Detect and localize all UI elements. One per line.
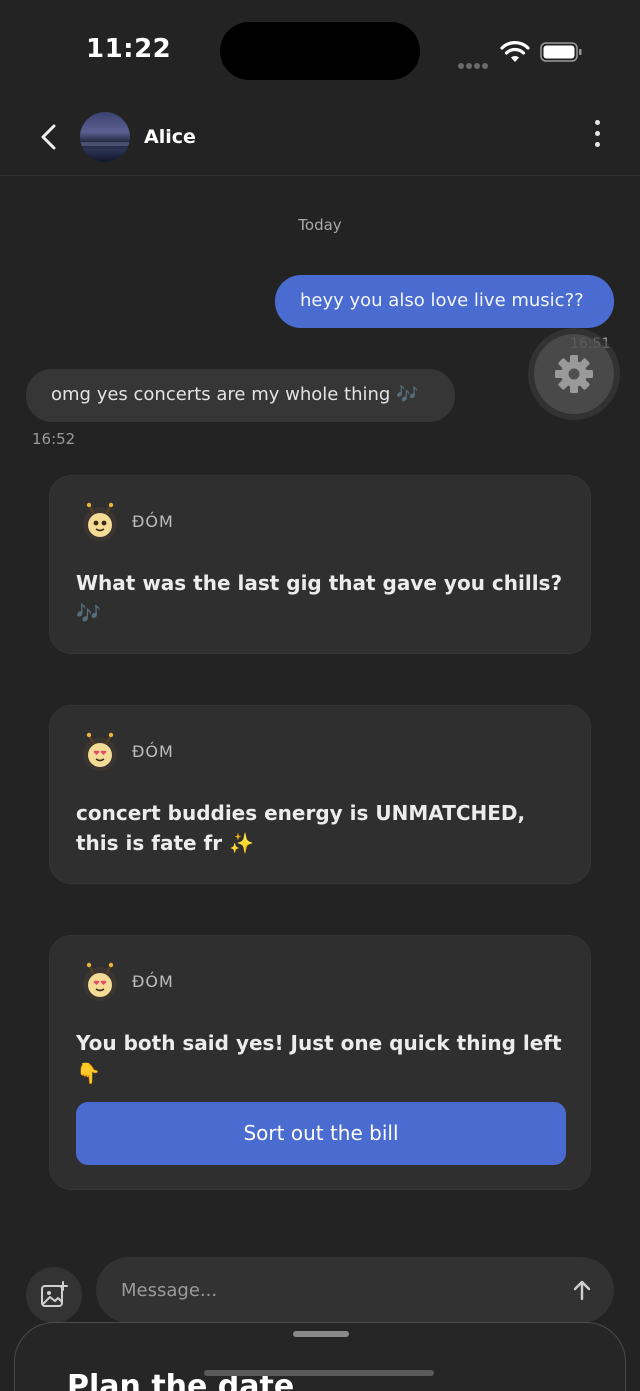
image-add-icon bbox=[41, 1281, 68, 1307]
message-input[interactable] bbox=[121, 1275, 551, 1305]
dynamic-island bbox=[220, 22, 420, 80]
date-separator: Today bbox=[298, 216, 342, 234]
attach-image-button[interactable] bbox=[26, 1267, 82, 1323]
sort-out-bill-button[interactable]: Sort out the bill bbox=[76, 1102, 566, 1165]
chat-header: Alice bbox=[0, 100, 640, 176]
bot-message: What was the last gig that gave you chil… bbox=[76, 571, 563, 625]
plan-date-sheet[interactable]: Plan the date bbox=[14, 1322, 626, 1391]
send-arrow-icon[interactable] bbox=[570, 1278, 594, 1302]
status-bar: 11:22 bbox=[0, 0, 640, 100]
message-timestamp: 16:52 bbox=[32, 430, 76, 448]
bot-message: concert buddies energy is UNMATCHED, thi… bbox=[76, 801, 526, 855]
sheet-drag-handle[interactable] bbox=[293, 1331, 349, 1337]
bot-name: ĐÓM bbox=[132, 742, 174, 761]
firefly-bot-icon bbox=[83, 502, 117, 541]
more-options-icon[interactable] bbox=[584, 120, 610, 154]
gear-icon bbox=[555, 355, 593, 393]
status-time: 11:22 bbox=[86, 34, 172, 64]
outgoing-message[interactable]: heyy you also love live music?? bbox=[275, 275, 614, 328]
firefly-bot-icon bbox=[83, 962, 117, 1001]
home-indicator[interactable] bbox=[204, 1370, 434, 1376]
battery-icon bbox=[540, 42, 582, 62]
bot-card: ĐÓM You both said yes! Just one quick th… bbox=[49, 935, 591, 1190]
back-arrow-icon[interactable] bbox=[34, 120, 62, 154]
contact-name[interactable]: Alice bbox=[144, 126, 196, 148]
avatar[interactable] bbox=[80, 112, 130, 162]
settings-button[interactable] bbox=[534, 334, 614, 414]
firefly-bot-icon bbox=[83, 732, 117, 771]
bot-card: ĐÓM concert buddies energy is UNMATCHED,… bbox=[49, 705, 591, 884]
message-composer bbox=[96, 1257, 614, 1323]
bot-name: ĐÓM bbox=[132, 512, 174, 531]
incoming-message[interactable]: omg yes concerts are my whole thing 🎶 bbox=[26, 369, 455, 422]
bot-card: ĐÓM What was the last gig that gave you … bbox=[49, 475, 591, 654]
signal-icon bbox=[458, 54, 492, 69]
bot-name: ĐÓM bbox=[132, 972, 174, 991]
bot-message: You both said yes! Just one quick thing … bbox=[76, 1031, 562, 1085]
wifi-icon bbox=[500, 41, 530, 62]
